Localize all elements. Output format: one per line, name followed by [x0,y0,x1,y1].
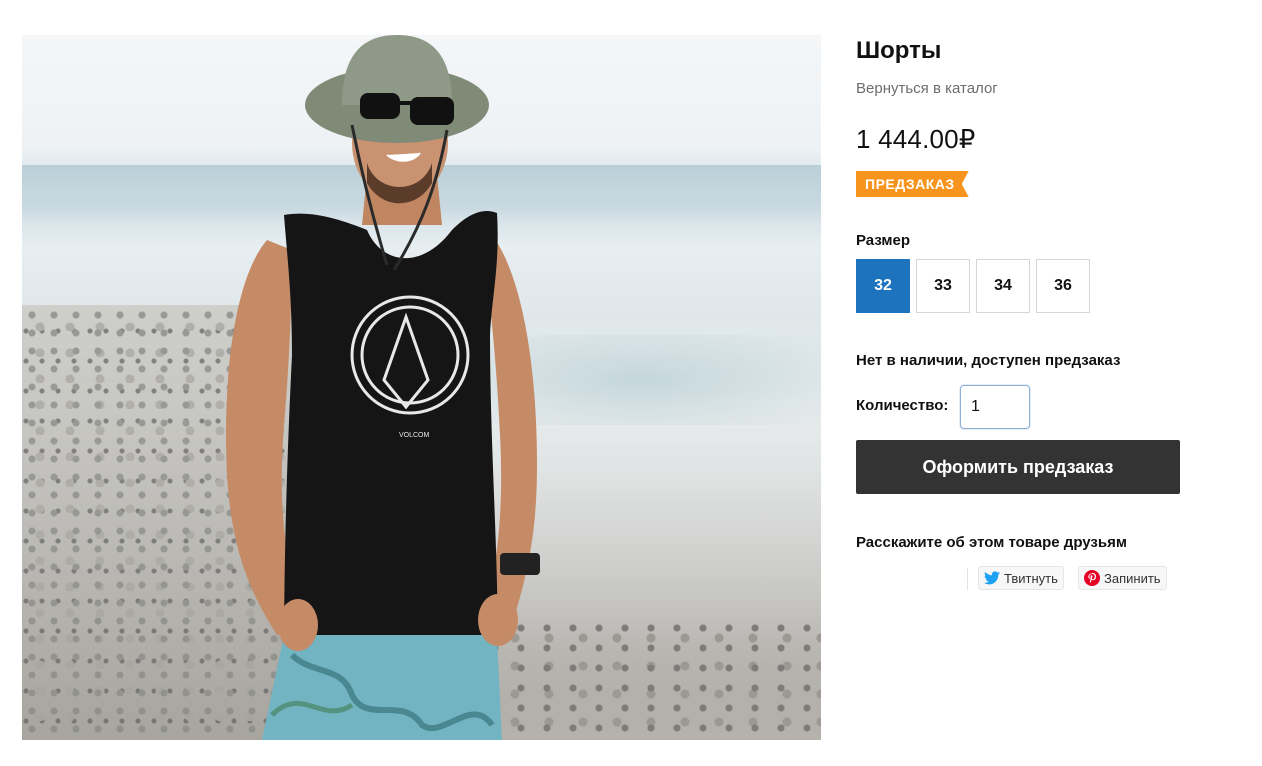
product-price: 1 444.00₽ [856,124,976,154]
preorder-badge: ПРЕДЗАКАЗ [856,171,969,197]
hat-crown [342,35,452,105]
size-option-36[interactable]: 36 [1036,259,1090,313]
size-option-33[interactable]: 33 [916,259,970,313]
model-illustration: VOLCOM [226,35,540,740]
sunglasses-left [360,93,400,119]
watch [500,553,540,575]
size-label: Размер [856,232,911,249]
product-photo: VOLCOM [22,35,821,740]
model-left-hand [278,599,318,651]
size-option-32[interactable]: 32 [856,259,910,313]
stock-status: Нет в наличии, доступен предзаказ [856,352,1121,369]
preorder-button[interactable]: Оформить предзаказ [856,440,1180,494]
sunglasses-right [410,97,454,125]
share-divider [967,568,968,590]
pin-label: Запинить [1104,570,1161,586]
size-options: 32 33 34 36 [856,259,1090,313]
tank-top [284,210,498,665]
quantity-label: Количество: [856,397,949,414]
share-label: Расскажите об этом товаре друзьям [856,534,1127,551]
product-title: Шорты [856,37,942,64]
pinterest-icon [1084,570,1100,586]
size-option-34[interactable]: 34 [976,259,1030,313]
twitter-bird-icon [984,571,1000,585]
back-to-catalog-link[interactable]: Вернуться в каталог [856,80,998,97]
quantity-input[interactable] [960,385,1030,429]
tweet-label: Твитнуть [1004,570,1058,586]
tank-logo-text: VOLCOM [399,432,430,439]
tweet-button[interactable]: Твитнуть [978,566,1064,590]
model-right-hand [478,594,518,646]
pin-button[interactable]: Запинить [1078,566,1167,590]
